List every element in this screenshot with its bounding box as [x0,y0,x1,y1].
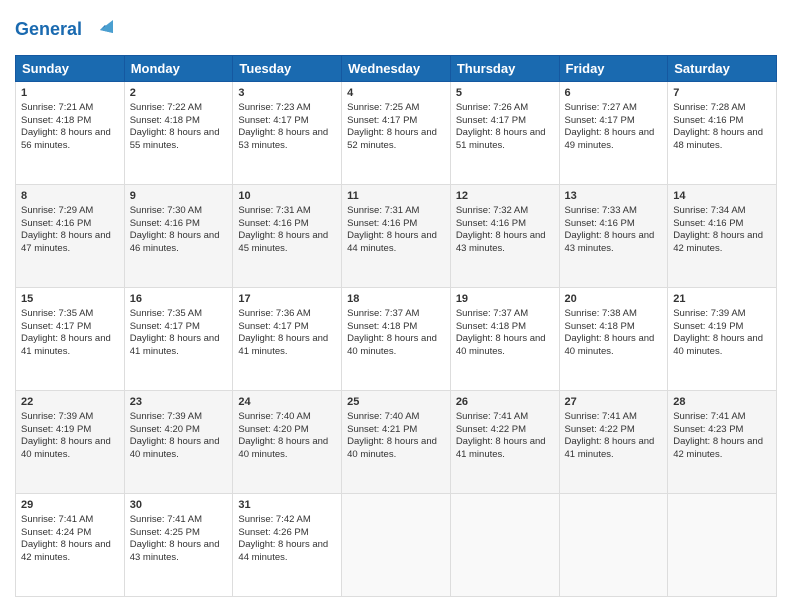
day-number: 3 [238,86,336,101]
day-number: 7 [673,86,771,101]
day-number: 30 [130,498,228,513]
day-number: 21 [673,292,771,307]
day-number: 19 [456,292,554,307]
calendar-cell: 9Sunrise: 7:30 AMSunset: 4:16 PMDaylight… [124,185,233,288]
day-header-saturday: Saturday [668,56,777,82]
logo-general: General [15,19,82,41]
calendar-cell: 25Sunrise: 7:40 AMSunset: 4:21 PMDayligh… [342,391,451,494]
logo-bird-icon [85,15,115,45]
calendar-cell [668,494,777,597]
day-number: 17 [238,292,336,307]
day-number: 8 [21,189,119,204]
calendar-cell: 1Sunrise: 7:21 AMSunset: 4:18 PMDaylight… [16,82,125,185]
calendar-cell: 30Sunrise: 7:41 AMSunset: 4:25 PMDayligh… [124,494,233,597]
calendar-cell: 23Sunrise: 7:39 AMSunset: 4:20 PMDayligh… [124,391,233,494]
page: General SundayMondayTuesdayWednesdayThur… [0,0,792,612]
day-number: 22 [21,395,119,410]
day-number: 13 [565,189,663,204]
calendar-cell: 12Sunrise: 7:32 AMSunset: 4:16 PMDayligh… [450,185,559,288]
day-number: 15 [21,292,119,307]
day-number: 20 [565,292,663,307]
calendar-cell: 28Sunrise: 7:41 AMSunset: 4:23 PMDayligh… [668,391,777,494]
calendar-cell: 6Sunrise: 7:27 AMSunset: 4:17 PMDaylight… [559,82,668,185]
day-header-thursday: Thursday [450,56,559,82]
calendar-week-2: 8Sunrise: 7:29 AMSunset: 4:16 PMDaylight… [16,185,777,288]
day-header-monday: Monday [124,56,233,82]
calendar-cell: 13Sunrise: 7:33 AMSunset: 4:16 PMDayligh… [559,185,668,288]
calendar-cell: 5Sunrise: 7:26 AMSunset: 4:17 PMDaylight… [450,82,559,185]
calendar-week-5: 29Sunrise: 7:41 AMSunset: 4:24 PMDayligh… [16,494,777,597]
calendar-cell: 31Sunrise: 7:42 AMSunset: 4:26 PMDayligh… [233,494,342,597]
day-number: 23 [130,395,228,410]
day-number: 25 [347,395,445,410]
logo: General [15,15,115,45]
calendar-cell: 14Sunrise: 7:34 AMSunset: 4:16 PMDayligh… [668,185,777,288]
day-number: 4 [347,86,445,101]
day-header-tuesday: Tuesday [233,56,342,82]
calendar-header-row: SundayMondayTuesdayWednesdayThursdayFrid… [16,56,777,82]
calendar-cell: 16Sunrise: 7:35 AMSunset: 4:17 PMDayligh… [124,288,233,391]
calendar-cell: 3Sunrise: 7:23 AMSunset: 4:17 PMDaylight… [233,82,342,185]
day-header-friday: Friday [559,56,668,82]
calendar-cell: 11Sunrise: 7:31 AMSunset: 4:16 PMDayligh… [342,185,451,288]
calendar-cell [450,494,559,597]
calendar-week-1: 1Sunrise: 7:21 AMSunset: 4:18 PMDaylight… [16,82,777,185]
calendar-cell: 21Sunrise: 7:39 AMSunset: 4:19 PMDayligh… [668,288,777,391]
day-number: 27 [565,395,663,410]
calendar-cell: 29Sunrise: 7:41 AMSunset: 4:24 PMDayligh… [16,494,125,597]
calendar-body: 1Sunrise: 7:21 AMSunset: 4:18 PMDaylight… [16,82,777,597]
day-number: 6 [565,86,663,101]
day-number: 29 [21,498,119,513]
calendar-cell: 7Sunrise: 7:28 AMSunset: 4:16 PMDaylight… [668,82,777,185]
day-number: 2 [130,86,228,101]
day-number: 26 [456,395,554,410]
day-number: 12 [456,189,554,204]
calendar-cell: 27Sunrise: 7:41 AMSunset: 4:22 PMDayligh… [559,391,668,494]
day-number: 1 [21,86,119,101]
calendar-cell: 20Sunrise: 7:38 AMSunset: 4:18 PMDayligh… [559,288,668,391]
calendar-cell: 15Sunrise: 7:35 AMSunset: 4:17 PMDayligh… [16,288,125,391]
calendar-cell: 24Sunrise: 7:40 AMSunset: 4:20 PMDayligh… [233,391,342,494]
calendar-week-4: 22Sunrise: 7:39 AMSunset: 4:19 PMDayligh… [16,391,777,494]
calendar-cell: 2Sunrise: 7:22 AMSunset: 4:18 PMDaylight… [124,82,233,185]
day-header-wednesday: Wednesday [342,56,451,82]
day-number: 24 [238,395,336,410]
day-number: 16 [130,292,228,307]
calendar-cell: 8Sunrise: 7:29 AMSunset: 4:16 PMDaylight… [16,185,125,288]
calendar-cell: 19Sunrise: 7:37 AMSunset: 4:18 PMDayligh… [450,288,559,391]
calendar-cell: 22Sunrise: 7:39 AMSunset: 4:19 PMDayligh… [16,391,125,494]
calendar-cell: 17Sunrise: 7:36 AMSunset: 4:17 PMDayligh… [233,288,342,391]
calendar-cell: 10Sunrise: 7:31 AMSunset: 4:16 PMDayligh… [233,185,342,288]
calendar-cell [342,494,451,597]
day-number: 9 [130,189,228,204]
day-header-sunday: Sunday [16,56,125,82]
calendar-week-3: 15Sunrise: 7:35 AMSunset: 4:17 PMDayligh… [16,288,777,391]
calendar-cell: 18Sunrise: 7:37 AMSunset: 4:18 PMDayligh… [342,288,451,391]
day-number: 28 [673,395,771,410]
day-number: 11 [347,189,445,204]
calendar-cell: 26Sunrise: 7:41 AMSunset: 4:22 PMDayligh… [450,391,559,494]
day-number: 10 [238,189,336,204]
day-number: 31 [238,498,336,513]
header: General [15,15,777,45]
day-number: 14 [673,189,771,204]
day-number: 5 [456,86,554,101]
calendar-table: SundayMondayTuesdayWednesdayThursdayFrid… [15,55,777,597]
calendar-cell [559,494,668,597]
logo-text: General [15,15,115,45]
calendar-cell: 4Sunrise: 7:25 AMSunset: 4:17 PMDaylight… [342,82,451,185]
day-number: 18 [347,292,445,307]
